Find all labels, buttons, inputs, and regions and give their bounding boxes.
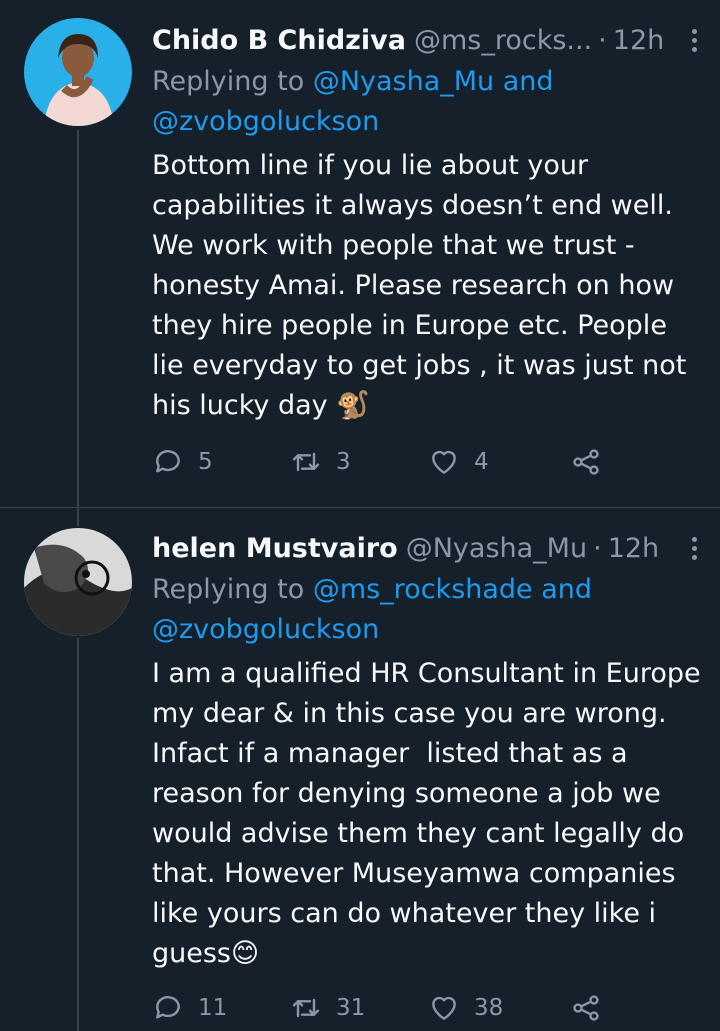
separator-dot: · xyxy=(593,532,602,564)
like-button[interactable]: 4 xyxy=(428,446,570,478)
share-button[interactable] xyxy=(570,446,602,478)
avatar[interactable] xyxy=(24,18,132,126)
replying-prefix: Replying to xyxy=(152,574,313,605)
timestamp[interactable]: 12h xyxy=(613,25,664,56)
replying-to: Replying to @Nyasha_Mu and @zvobgoluckso… xyxy=(152,62,706,142)
like-icon xyxy=(432,450,456,474)
share-button[interactable] xyxy=(570,992,602,1024)
separator-dot: · xyxy=(598,24,607,56)
share-icon xyxy=(573,995,599,1021)
replying-prefix: Replying to xyxy=(152,66,313,97)
retweet-icon xyxy=(292,452,320,472)
like-button[interactable]: 38 xyxy=(428,992,570,1024)
replying-to: Replying to @ms_rockshade and @zvobgoluc… xyxy=(152,570,706,650)
reply-icon xyxy=(156,996,180,1019)
thread-line xyxy=(77,508,79,526)
tweet-text: Bottom line if you lie about your capabi… xyxy=(152,150,687,421)
author-handle[interactable]: @Nyasha_Mu xyxy=(406,533,587,564)
more-icon[interactable] xyxy=(682,536,706,560)
reply-count: 5 xyxy=(198,449,213,475)
mention-link[interactable]: @Nyasha_Mu and xyxy=(313,66,554,97)
timestamp[interactable]: 12h xyxy=(608,533,659,564)
share-icon xyxy=(573,449,599,475)
tweet[interactable]: helen Mustvairo @Nyasha_Mu · 12h Replyin… xyxy=(0,508,720,1031)
retweet-count: 3 xyxy=(336,449,351,475)
avatar[interactable] xyxy=(24,528,132,636)
mention-link[interactable]: @zvobgoluckson xyxy=(152,614,379,645)
thread-line xyxy=(77,130,79,508)
tweet[interactable]: Chido B Chidziva @ms_rocks... · 12h Repl… xyxy=(0,0,720,508)
reply-icon xyxy=(156,450,180,473)
reply-count: 11 xyxy=(198,995,228,1021)
author-handle[interactable]: @ms_rocks... xyxy=(414,25,592,56)
retweet-count: 31 xyxy=(336,995,366,1021)
more-icon[interactable] xyxy=(682,28,706,52)
retweet-button[interactable]: 3 xyxy=(290,446,428,478)
reply-button[interactable]: 5 xyxy=(152,446,290,478)
like-count: 4 xyxy=(474,449,489,475)
reply-button[interactable]: 11 xyxy=(152,992,290,1024)
like-count: 38 xyxy=(474,995,504,1021)
author-name[interactable]: Chido B Chidziva xyxy=(152,25,406,56)
thread-line xyxy=(77,638,79,1031)
mention-link[interactable]: @zvobgoluckson xyxy=(152,106,379,137)
retweet-icon xyxy=(292,998,320,1018)
like-icon xyxy=(432,996,456,1020)
tweet-text: I am a qualified HR Consultant in Europe… xyxy=(152,658,701,969)
retweet-button[interactable]: 31 xyxy=(290,992,428,1024)
author-name[interactable]: helen Mustvairo xyxy=(152,533,398,564)
mention-link[interactable]: @ms_rockshade and xyxy=(313,574,592,605)
